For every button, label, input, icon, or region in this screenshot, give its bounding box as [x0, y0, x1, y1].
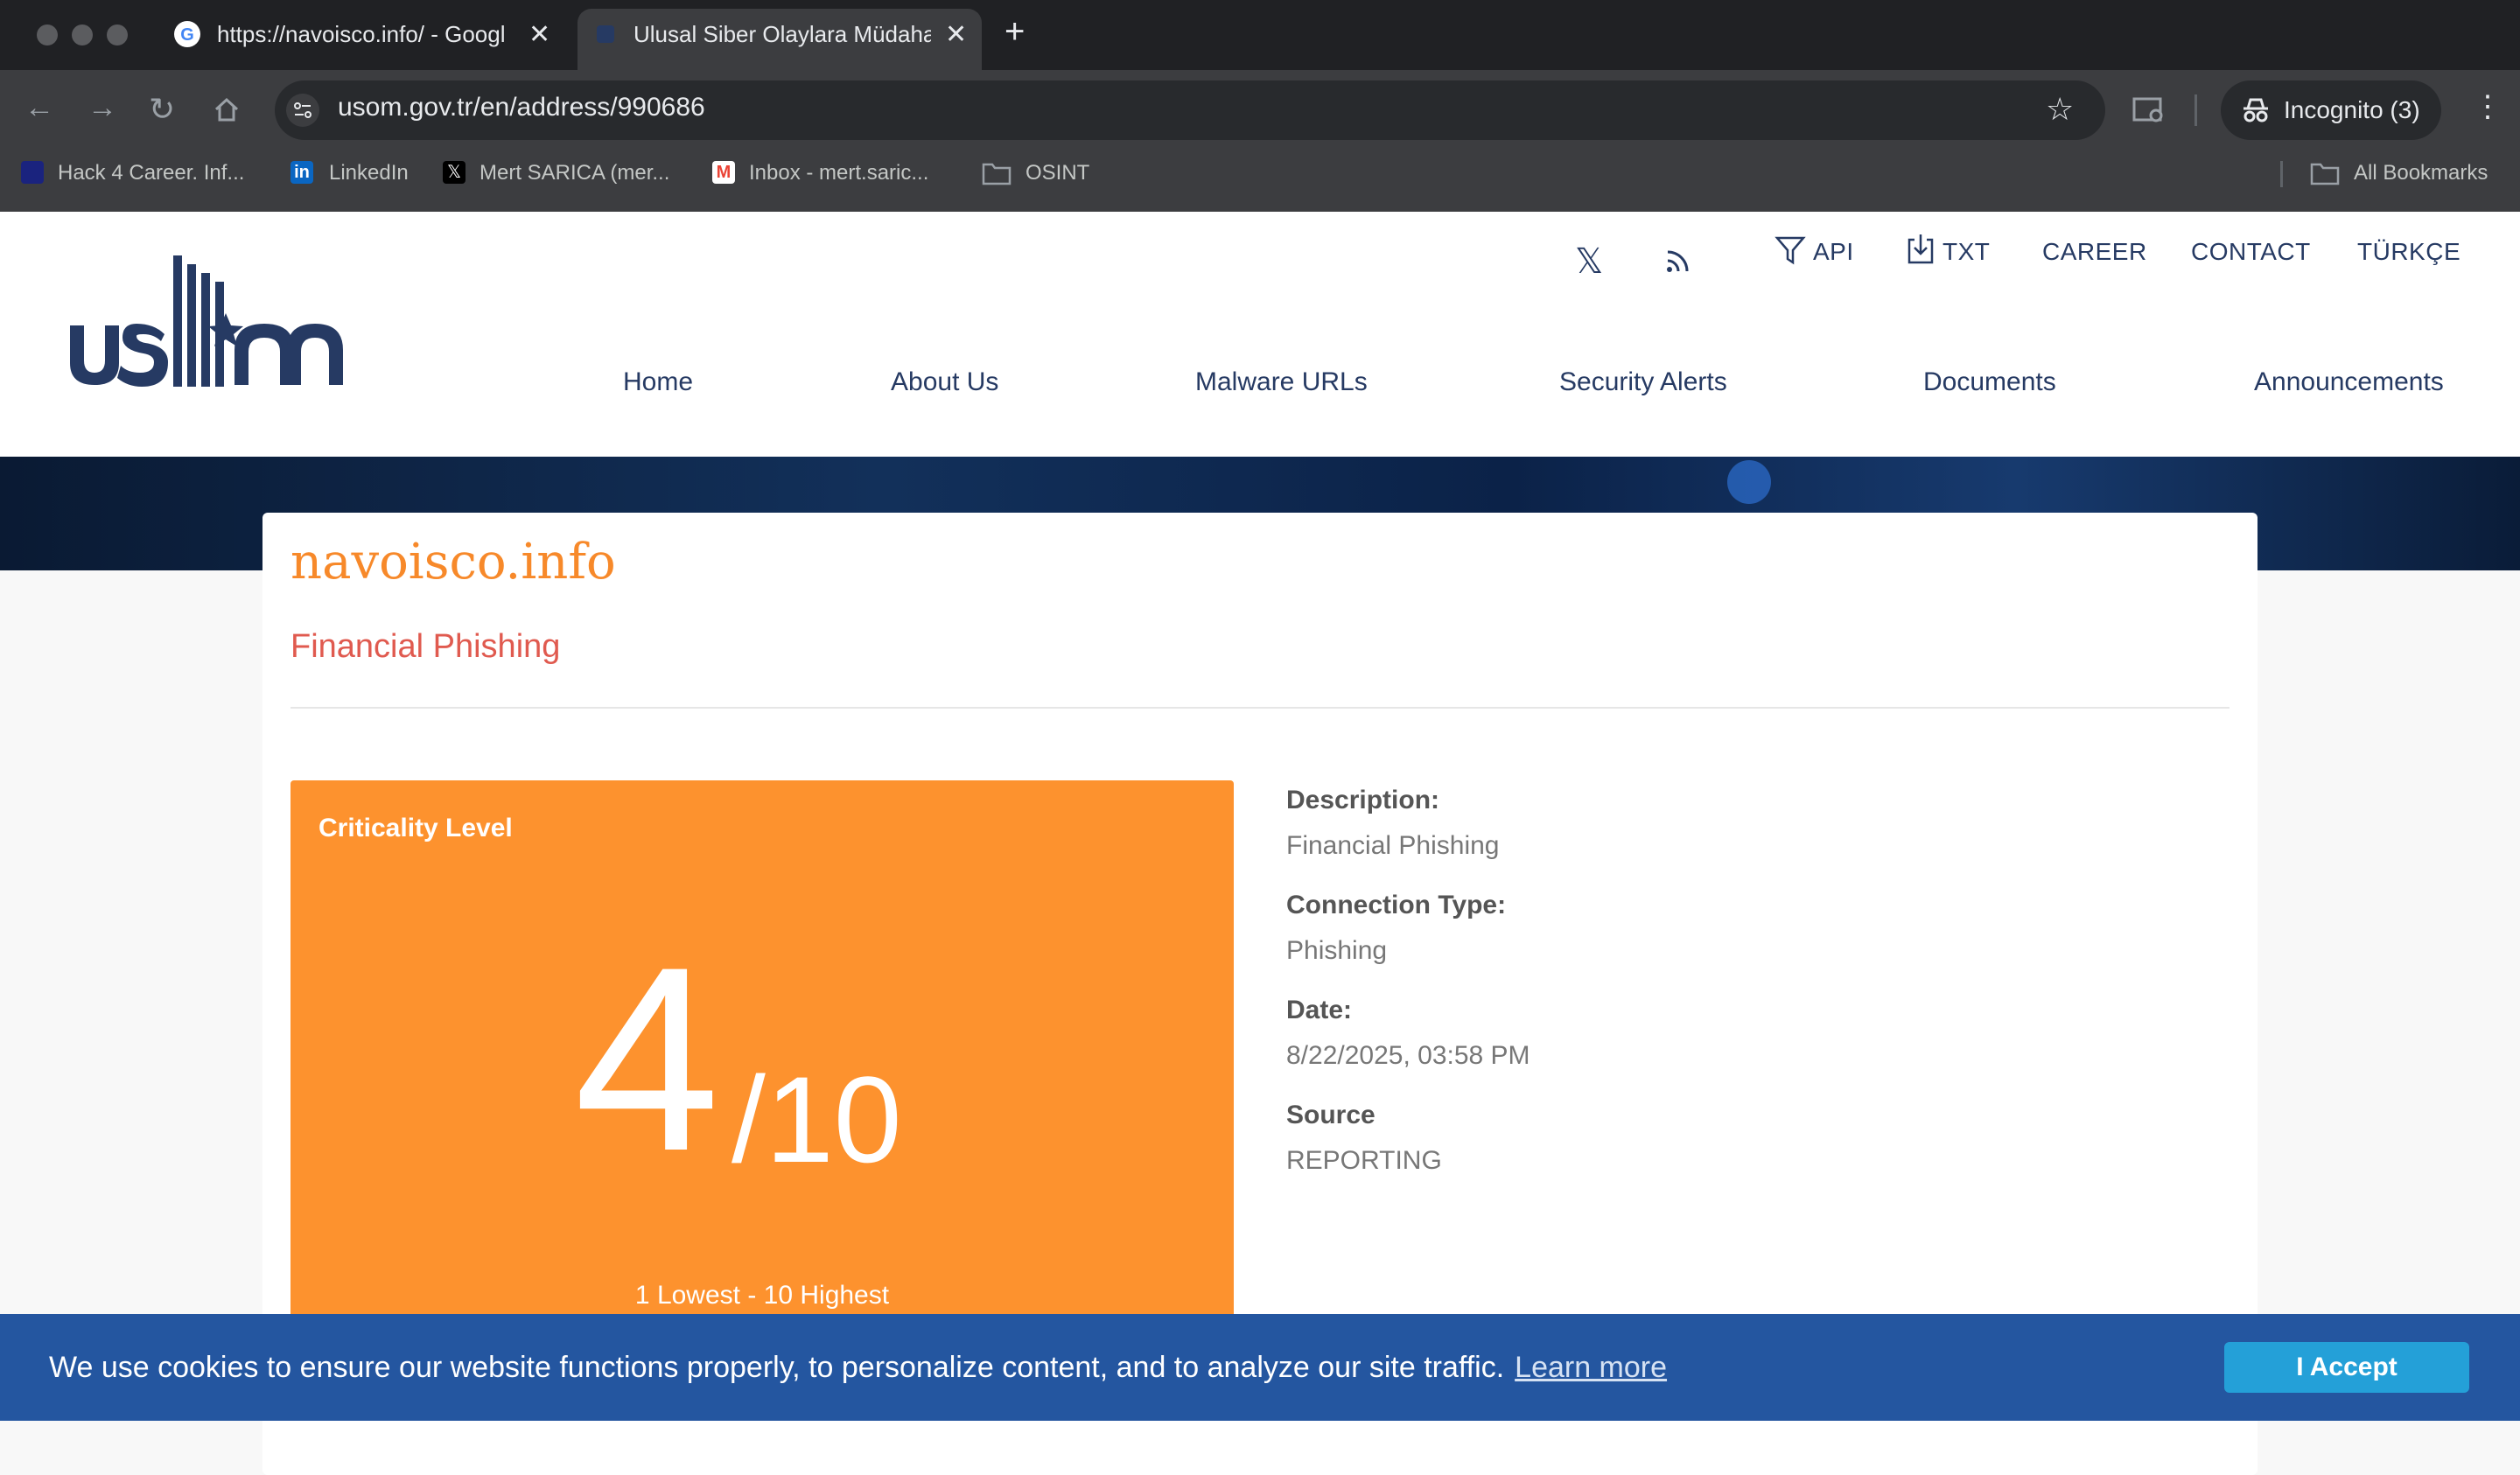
forward-arrow-icon[interactable]: → — [88, 91, 117, 125]
cookie-message: We use cookies to ensure our website fun… — [49, 1351, 1667, 1385]
incognito-icon — [2244, 98, 2268, 122]
tab-title: Ulusal Siber Olaylara Müdaha — [634, 21, 931, 47]
tab-usom[interactable]: Ulusal Siber Olaylara Müdaha ✕ — [578, 9, 982, 70]
x-twitter-icon: 𝕏 — [443, 161, 466, 184]
criticality-value: 4 — [574, 912, 720, 1206]
rss-icon[interactable] — [1662, 245, 1694, 276]
date-label: Date: — [1286, 996, 1353, 1024]
record-category: Financial Phishing — [290, 628, 561, 665]
gmail-icon: M — [712, 161, 735, 184]
nav-announcements[interactable]: Announcements — [2254, 367, 2444, 397]
incognito-label: Incognito (3) — [2284, 96, 2420, 123]
date-value: 8/22/2025, 03:58 PM — [1286, 1041, 1530, 1070]
bookmark-item[interactable]: Inbox - mert.saric... — [749, 161, 928, 185]
site-settings-icon[interactable] — [285, 93, 320, 128]
api-link[interactable]: API — [1813, 238, 1854, 266]
folder-icon — [982, 163, 1012, 185]
language-link[interactable]: TÜRKÇE — [2357, 238, 2460, 266]
source-value: REPORTING — [1286, 1146, 1442, 1175]
home-icon[interactable] — [212, 94, 242, 124]
cookie-text: We use cookies to ensure our website fun… — [49, 1351, 1505, 1384]
usom-favicon-icon — [597, 25, 614, 43]
record-domain: navoisco.info — [290, 534, 616, 591]
close-tab-icon[interactable]: ✕ — [945, 19, 967, 50]
nav-about-us[interactable]: About Us — [891, 367, 998, 397]
google-icon: G — [174, 21, 200, 47]
tab-title: https://navoisco.info/ - Googl — [217, 21, 506, 47]
bookmark-folder[interactable]: OSINT — [1026, 161, 1089, 185]
folder-icon — [2310, 163, 2340, 185]
usom-logo-mark — [70, 255, 343, 387]
download-icon — [1908, 234, 1934, 264]
x-twitter-icon[interactable]: 𝕏 — [1575, 241, 1603, 282]
linkedin-icon: in — [290, 161, 313, 184]
txt-link[interactable]: TXT — [1942, 238, 1990, 266]
window-minimize-dot[interactable] — [72, 24, 93, 45]
criticality-label: Criticality Level — [318, 814, 513, 842]
nav-security-alerts[interactable]: Security Alerts — [1559, 367, 1727, 397]
bookmark-item[interactable]: Mert SARICA (mer... — [480, 161, 669, 185]
reading-mode-icon[interactable] — [2132, 94, 2166, 126]
new-tab-button[interactable]: + — [1004, 12, 1025, 52]
nav-malware-urls[interactable]: Malware URLs — [1195, 367, 1368, 397]
source-label: Source — [1286, 1101, 1376, 1129]
connection-type-value: Phishing — [1286, 936, 1388, 965]
description-value: Financial Phishing — [1286, 831, 1500, 860]
description-label: Description: — [1286, 786, 1440, 814]
back-arrow-icon[interactable]: ← — [24, 91, 54, 125]
bookmark-star-icon[interactable]: ☆ — [2046, 91, 2074, 128]
window-close-dot[interactable] — [37, 24, 58, 45]
bookmarks-divider — [2280, 161, 2283, 187]
nav-home[interactable]: Home — [623, 367, 693, 397]
career-link[interactable]: CAREER — [2042, 238, 2147, 266]
contact-link[interactable]: CONTACT — [2191, 238, 2311, 266]
criticality-max: /10 — [732, 1051, 902, 1188]
close-tab-icon[interactable]: ✕ — [528, 19, 550, 50]
criticality-scale: 1 Lowest - 10 Highest — [634, 1281, 890, 1310]
menu-kebab-icon[interactable]: ⋮ — [2473, 89, 2502, 124]
divider — [290, 707, 2230, 709]
toolbar-divider — [2194, 94, 2197, 126]
bookmark-item[interactable]: Hack 4 Career. Inf... — [58, 161, 244, 185]
banner-glow — [1727, 460, 1771, 504]
window-zoom-dot[interactable] — [107, 24, 128, 45]
svg-text:G: G — [180, 25, 194, 45]
learn-more-link[interactable]: Learn more — [1515, 1351, 1667, 1384]
accept-cookies-button[interactable]: I Accept — [2224, 1342, 2469, 1393]
connection-type-label: Connection Type: — [1286, 891, 1507, 919]
url-text[interactable]: usom.gov.tr/en/address/990686 — [338, 93, 705, 122]
reload-icon[interactable]: ↻ — [149, 91, 175, 128]
all-bookmarks[interactable]: All Bookmarks — [2354, 161, 2488, 185]
tab-google-search[interactable]: G https://navoisco.info/ - Googl ✕ — [158, 9, 569, 70]
usom-logo[interactable] — [66, 254, 346, 420]
filter-icon — [1774, 236, 1806, 265]
bookmark-item[interactable]: LinkedIn — [329, 161, 409, 185]
hack4career-icon — [21, 161, 44, 184]
nav-documents[interactable]: Documents — [1923, 367, 2056, 397]
